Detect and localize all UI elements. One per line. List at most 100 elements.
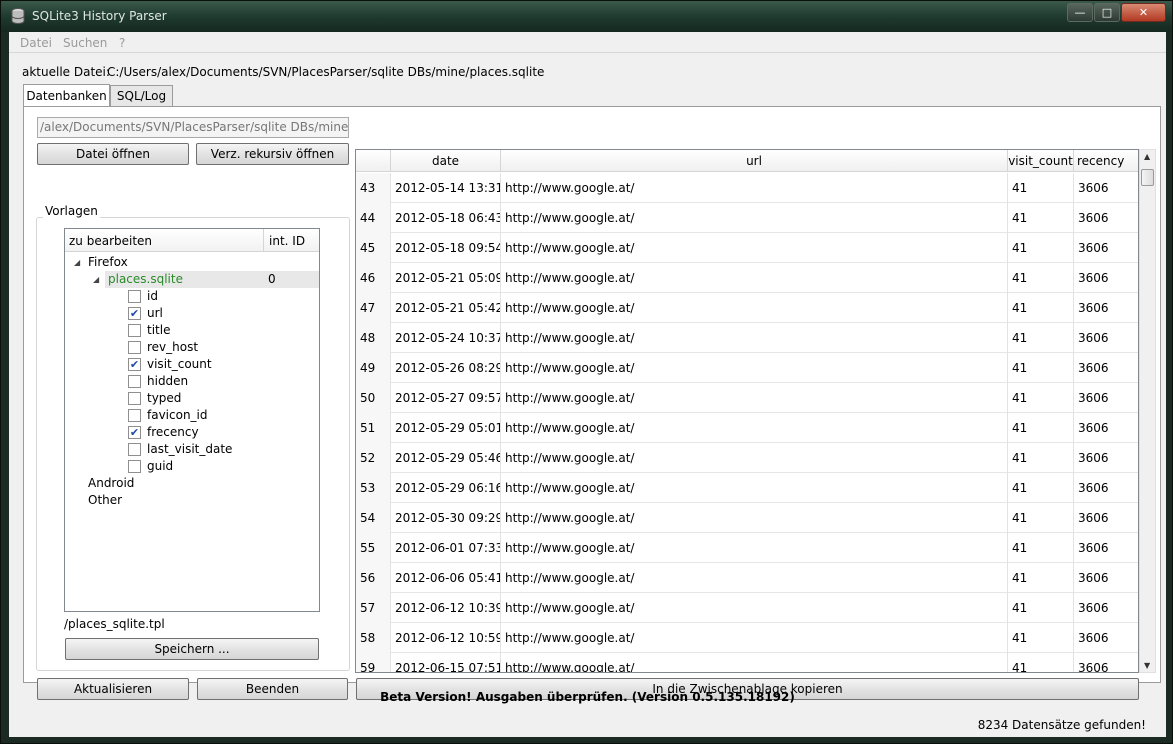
field-checkbox[interactable]: ✔: [128, 426, 141, 439]
cell-rownum: 54: [356, 503, 391, 533]
cell-url: http://www.google.at/: [501, 563, 1008, 593]
cell-rownum: 47: [356, 293, 391, 323]
cell-url: http://www.google.at/: [501, 293, 1008, 323]
tree-node-other[interactable]: Other: [88, 493, 122, 507]
header-rownum[interactable]: [356, 150, 391, 172]
table-row[interactable]: 462012-05-21 05:09:37http://www.google.a…: [356, 263, 1138, 293]
db-path-field[interactable]: /alex/Documents/SVN/PlacesParser/sqlite …: [37, 117, 349, 138]
table-row[interactable]: 562012-06-06 05:41:35http://www.google.a…: [356, 563, 1138, 593]
cell-url: http://www.google.at/: [501, 353, 1008, 383]
cell-rownum: 49: [356, 353, 391, 383]
table-row[interactable]: 582012-06-12 10:59:05http://www.google.a…: [356, 623, 1138, 653]
field-checkbox[interactable]: [128, 443, 141, 456]
tree-node-android[interactable]: Android: [88, 476, 134, 490]
cell-url: http://www.google.at/: [501, 533, 1008, 563]
collapse-arrow-icon[interactable]: ◢: [93, 275, 99, 284]
save-button[interactable]: Speichern ...: [65, 638, 319, 660]
field-checkbox[interactable]: [128, 392, 141, 405]
table-row[interactable]: 532012-05-29 06:16:32http://www.google.a…: [356, 473, 1138, 503]
cell-rownum: 52: [356, 443, 391, 473]
field-label: typed: [147, 391, 182, 405]
open-file-button[interactable]: Datei öffnen: [37, 143, 189, 165]
cell-url: http://www.google.at/: [501, 173, 1008, 203]
tree-header-name[interactable]: zu bearbeiten: [69, 234, 152, 248]
cell-rownum: 50: [356, 383, 391, 413]
beta-notice: Beta Version! Ausgaben überprüfen. (Vers…: [380, 690, 795, 704]
cell-recency: 3606: [1074, 173, 1138, 203]
field-checkbox[interactable]: [128, 324, 141, 337]
open-folder-recursive-button[interactable]: Verz. rekursiv öffnen: [196, 143, 349, 165]
tree-header-id[interactable]: int. ID: [269, 234, 305, 248]
field-checkbox[interactable]: ✔: [128, 307, 141, 320]
table-row[interactable]: 442012-05-18 06:43:35http://www.google.a…: [356, 203, 1138, 233]
cell-visit-count: 41: [1008, 353, 1074, 383]
cell-visit-count: 41: [1008, 203, 1074, 233]
cell-rownum: 43: [356, 173, 391, 203]
tree-node-firefox[interactable]: Firefox: [88, 255, 128, 269]
cell-recency: 3606: [1074, 623, 1138, 653]
scroll-up-icon[interactable]: ▲: [1144, 152, 1150, 161]
cell-url: http://www.google.at/: [501, 623, 1008, 653]
cell-date: 2012-05-27 09:57:24: [391, 383, 501, 413]
header-recency[interactable]: recency: [1074, 150, 1138, 172]
menu-help[interactable]: ?: [119, 36, 125, 50]
cell-recency: 3606: [1074, 563, 1138, 593]
table-row[interactable]: 492012-05-26 08:29:29http://www.google.a…: [356, 353, 1138, 383]
table-row[interactable]: 512012-05-29 05:01:58http://www.google.a…: [356, 413, 1138, 443]
cell-recency: 3606: [1074, 353, 1138, 383]
table-row[interactable]: 432012-05-14 13:31:10http://www.google.a…: [356, 173, 1138, 203]
tab-sql-log[interactable]: SQL/Log: [110, 85, 173, 106]
results-table[interactable]: date url visit_count recency 43 2012-05-1…: [355, 149, 1139, 673]
header-url[interactable]: url: [501, 150, 1008, 172]
table-row[interactable]: 472012-05-21 05:42:47http://www.google.a…: [356, 293, 1138, 323]
cell-date: 2012-05-18 06:43:35: [391, 203, 501, 233]
minimize-button[interactable]: —: [1067, 3, 1093, 22]
table-row[interactable]: 482012-05-24 10:37:31http://www.google.a…: [356, 323, 1138, 353]
table-row[interactable]: 522012-05-29 05:46:08http://www.google.a…: [356, 443, 1138, 473]
cell-url: http://www.google.at/: [501, 413, 1008, 443]
cell-rownum: 56: [356, 563, 391, 593]
cell-url: http://www.google.at/: [501, 233, 1008, 263]
maximize-icon: □: [1101, 6, 1113, 19]
table-row[interactable]: 572012-06-12 10:39:57http://www.google.a…: [356, 593, 1138, 623]
cell-visit-count: 41: [1008, 443, 1074, 473]
tab-datenbanken[interactable]: Datenbanken: [23, 84, 110, 106]
table-row[interactable]: 592012-06-15 07:51:53http://www.google.a…: [356, 653, 1138, 672]
cell-visit-count: 41: [1008, 533, 1074, 563]
cell-url: http://www.google.at/: [501, 383, 1008, 413]
scroll-thumb[interactable]: [1141, 169, 1154, 186]
title-bar[interactable]: SQLite3 History Parser — □ ✕: [1, 1, 1172, 32]
table-row[interactable]: 552012-06-01 07:33:06http://www.google.a…: [356, 533, 1138, 563]
field-checkbox[interactable]: ✔: [128, 358, 141, 371]
cell-date: 2012-05-29 06:16:32: [391, 473, 501, 503]
cell-rownum: 59: [356, 653, 391, 672]
tree-node-places-sqlite[interactable]: places.sqlite: [108, 272, 183, 286]
cell-rownum: 44: [356, 203, 391, 233]
table-row[interactable]: 502012-05-27 09:57:24http://www.google.a…: [356, 383, 1138, 413]
field-checkbox[interactable]: [128, 375, 141, 388]
cell-recency: 3606: [1074, 413, 1138, 443]
menu-suchen[interactable]: Suchen: [63, 36, 107, 50]
field-checkbox[interactable]: [128, 409, 141, 422]
cell-recency: 3606: [1074, 383, 1138, 413]
field-checkbox[interactable]: [128, 341, 141, 354]
close-button[interactable]: ✕: [1121, 3, 1166, 22]
header-date[interactable]: date: [391, 150, 501, 172]
field-checkbox[interactable]: [128, 290, 141, 303]
window-title: SQLite3 History Parser: [32, 9, 167, 23]
collapse-arrow-icon[interactable]: ◢: [74, 258, 80, 267]
maximize-button[interactable]: □: [1094, 3, 1120, 22]
table-row[interactable]: 542012-05-30 09:29:40http://www.google.a…: [356, 503, 1138, 533]
menu-datei[interactable]: Datei: [20, 36, 52, 50]
table-row[interactable]: 452012-05-18 09:54:22http://www.google.a…: [356, 233, 1138, 263]
field-label: guid: [147, 459, 174, 473]
scroll-down-icon[interactable]: ▼: [1144, 661, 1150, 670]
cell-date: 2012-06-15 07:51:53: [391, 653, 501, 672]
cell-recency: 3606: [1074, 473, 1138, 503]
cell-rownum: 58: [356, 623, 391, 653]
template-tree[interactable]: zu bearbeiten int. ID ◢ Firefox ◢ places…: [64, 228, 320, 612]
table-scrollbar[interactable]: ▲ ▼: [1139, 149, 1156, 673]
header-visit-count[interactable]: visit_count: [1008, 150, 1074, 172]
field-checkbox[interactable]: [128, 460, 141, 473]
database-icon: [11, 8, 25, 24]
